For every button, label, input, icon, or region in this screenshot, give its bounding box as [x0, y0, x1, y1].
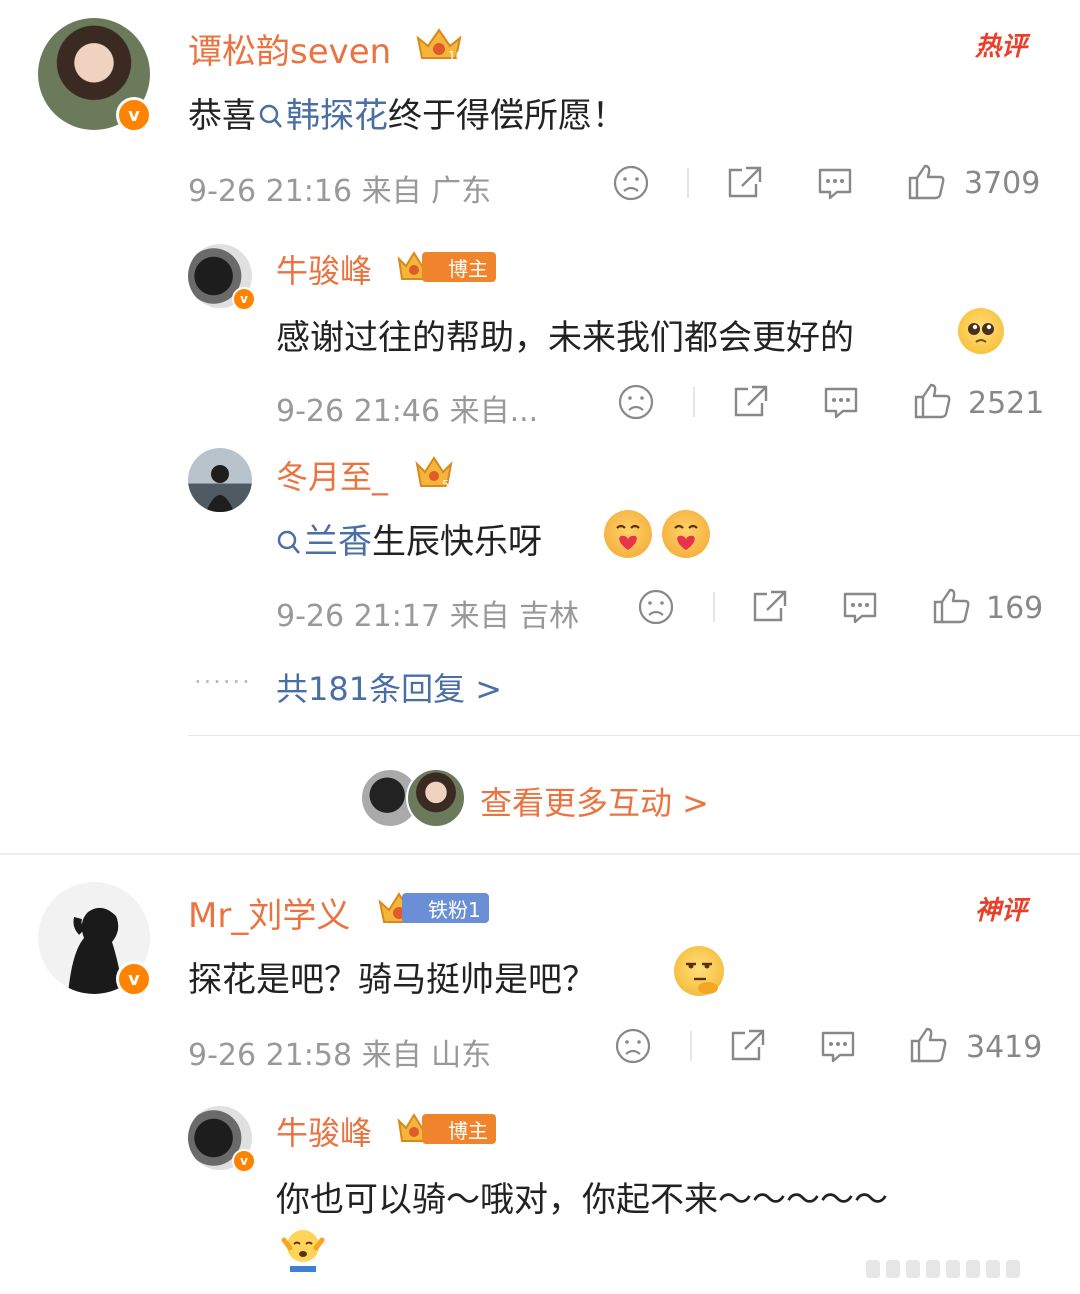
comment-icon[interactable]	[818, 1027, 858, 1065]
reply-text: 感谢过往的帮助，未来我们都会更好的	[276, 318, 854, 358]
reply-text: 你也可以骑～哦对，你起不来～～～～～	[276, 1180, 888, 1220]
crown-icon: 5	[415, 456, 453, 490]
reply-text: 兰香生辰快乐呀	[276, 514, 542, 563]
search-icon	[259, 104, 282, 128]
reply-meta: 9-26 21:46 来自...	[276, 394, 539, 429]
love-face-emoji	[662, 510, 710, 558]
crown-icon: 10	[416, 28, 463, 63]
like-count: 169	[986, 591, 1044, 626]
share-icon[interactable]	[749, 588, 789, 626]
watermark	[866, 1254, 1046, 1284]
avatar	[406, 768, 466, 828]
divider	[690, 1031, 692, 1061]
comment-text: 恭喜 韩探花终于得偿所愿！	[188, 96, 626, 136]
love-face-emoji	[604, 510, 652, 558]
like-icon[interactable]	[912, 381, 954, 421]
dislike-icon[interactable]	[617, 383, 655, 421]
share-icon[interactable]	[727, 1027, 767, 1065]
more-replies-link[interactable]: 共181条回复 >	[276, 664, 502, 710]
like-count: 2521	[968, 386, 1045, 421]
comment-icon[interactable]	[821, 383, 861, 421]
comment-meta: 9-26 21:58 来自 山东	[188, 1038, 492, 1073]
svg-text:10: 10	[448, 49, 463, 63]
share-icon[interactable]	[730, 383, 770, 421]
pleading-emoji	[958, 308, 1004, 354]
verified-icon: v	[232, 287, 256, 311]
like-icon[interactable]	[908, 1025, 950, 1065]
comment-text: 探花是吧？骑马挺帅是吧？	[188, 960, 596, 1000]
topic-link[interactable]: 韩探花	[256, 96, 388, 136]
username[interactable]: 牛骏峰	[276, 1108, 372, 1154]
facepalm-emoji	[278, 1226, 328, 1274]
comment-icon[interactable]	[840, 588, 880, 626]
divider	[188, 735, 1080, 736]
blogger-badge: 博主	[422, 1114, 496, 1144]
username[interactable]: 牛骏峰	[276, 246, 372, 292]
dislike-icon[interactable]	[637, 588, 675, 626]
like-icon[interactable]	[906, 162, 948, 202]
topic-link[interactable]: 兰香	[276, 522, 372, 562]
god-comment-tag: 神评	[975, 896, 1028, 926]
search-icon	[277, 530, 300, 554]
reply-meta: 9-26 21:17 来自 吉林	[276, 599, 580, 634]
divider	[693, 387, 695, 417]
divider	[687, 168, 689, 198]
blogger-badge: 博主	[422, 252, 496, 282]
fan-badge: 铁粉1	[402, 893, 489, 923]
avatar[interactable]	[188, 448, 252, 512]
like-count: 3709	[964, 166, 1041, 201]
dislike-icon[interactable]	[614, 1027, 652, 1065]
verified-icon: v	[232, 1149, 256, 1173]
svg-text:5: 5	[442, 478, 449, 490]
comment-meta: 9-26 21:16 来自 广东	[188, 174, 492, 209]
username[interactable]: Mr_刘学义	[188, 888, 350, 937]
divider	[713, 592, 715, 622]
comment-icon[interactable]	[815, 164, 855, 202]
username[interactable]: 冬月至_	[276, 452, 388, 498]
verified-icon: v	[116, 961, 152, 997]
share-icon[interactable]	[724, 164, 764, 202]
more-dots: ······	[194, 668, 252, 696]
username[interactable]: 谭松韵seven	[188, 24, 391, 73]
section-divider	[0, 853, 1080, 855]
verified-icon: v	[116, 97, 152, 133]
thinking-emoji	[674, 946, 724, 996]
more-interactions-link[interactable]: 查看更多互动 >	[480, 778, 709, 824]
hot-comment-tag: 热评	[975, 32, 1028, 62]
like-icon[interactable]	[931, 586, 973, 626]
dislike-icon[interactable]	[612, 164, 650, 202]
like-count: 3419	[966, 1030, 1043, 1065]
